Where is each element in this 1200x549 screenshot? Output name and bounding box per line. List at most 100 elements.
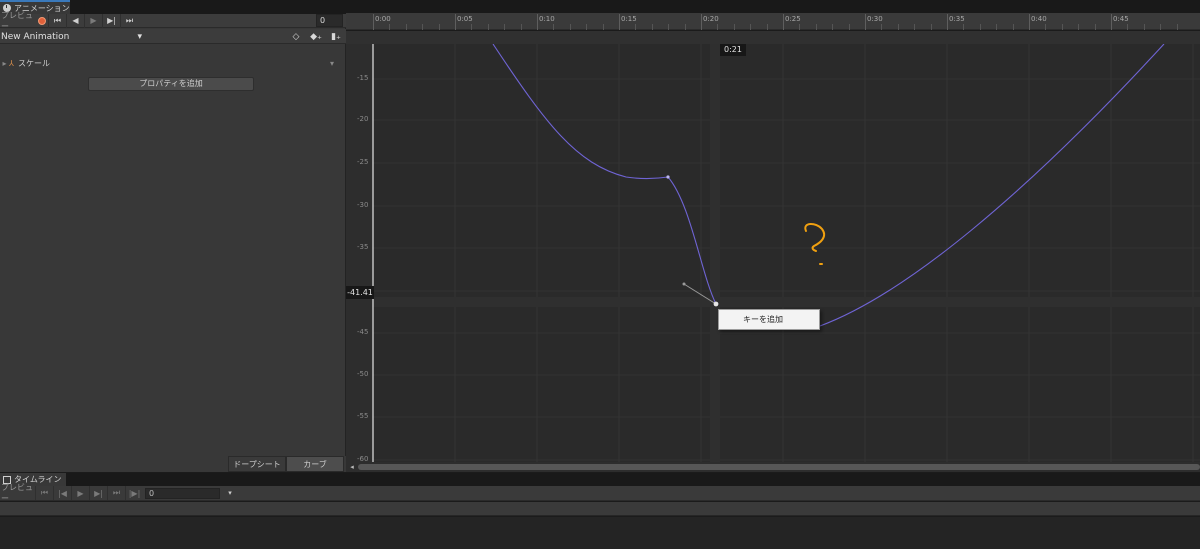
ruler-minor-tick — [602, 24, 604, 30]
ruler-label: 0:05 — [457, 15, 473, 23]
clip-selector[interactable]: New Animation ▾ — [0, 29, 145, 44]
animation-curve[interactable] — [492, 44, 1165, 327]
scroll-left-icon[interactable]: ◂ — [347, 462, 357, 472]
value-axis-label: -30 — [357, 201, 369, 209]
grid — [372, 44, 1200, 462]
play-button[interactable]: ▶ — [84, 13, 102, 28]
ruler-label: 0:25 — [785, 15, 801, 23]
current-value-tag: -41.41 — [346, 286, 374, 299]
ruler-minor-tick — [1160, 24, 1162, 30]
tangent-handle-point[interactable] — [682, 282, 686, 286]
add-property-button[interactable]: プロパティを追加 — [88, 77, 254, 91]
ruler-minor-tick — [422, 24, 424, 30]
timeline-dropdown-icon[interactable]: ▾ — [223, 488, 237, 499]
context-menu-add-key[interactable]: キーを追加 — [718, 309, 820, 330]
ruler-tick — [1111, 14, 1112, 30]
tab-curves[interactable]: カーブ — [286, 456, 344, 472]
ruler-minor-tick — [684, 24, 686, 30]
value-axis — [346, 44, 372, 462]
ruler-minor-tick — [651, 24, 653, 30]
ruler-minor-tick — [848, 24, 850, 30]
ruler-minor-tick — [1045, 24, 1047, 30]
record-icon — [37, 16, 46, 25]
keyframe-mode-button[interactable]: ◇ — [286, 29, 306, 44]
selected-keyframe[interactable] — [713, 301, 719, 307]
tl-next-button[interactable]: ▶| — [89, 486, 107, 500]
ruler-minor-tick — [405, 24, 407, 30]
tl-first-button[interactable]: ⏮ — [35, 486, 53, 500]
time-ruler[interactable] — [346, 13, 1200, 30]
ruler-minor-tick — [520, 24, 522, 30]
last-key-button[interactable]: ⏭ — [120, 13, 138, 28]
ruler-minor-tick — [799, 24, 801, 30]
value-highlight — [346, 297, 1200, 307]
ruler-label: 0:00 — [375, 15, 391, 23]
ruler-tick — [619, 14, 620, 30]
timeline-tabbar — [0, 473, 1200, 486]
ruler-tick — [783, 14, 784, 30]
ruler-minor-tick — [1143, 24, 1145, 30]
ruler-minor-tick — [963, 24, 965, 30]
first-key-button[interactable]: ⏮ — [48, 13, 66, 28]
tl-last-button[interactable]: ⏭ — [107, 486, 125, 500]
value-axis-label: -35 — [357, 243, 369, 251]
ruler-minor-tick — [881, 24, 883, 30]
keyframe-point[interactable] — [666, 175, 670, 179]
ruler-tick — [865, 14, 866, 30]
property-menu-icon[interactable]: ▾ — [330, 59, 334, 68]
expand-arrow-icon[interactable]: ▸ — [0, 59, 9, 68]
timeline-toolbar: プレビュー ⏮ |◀ ▶ ▶| ⏭ |▶| 0 ▾ — [0, 483, 1200, 503]
tl-prev-button[interactable]: |◀ — [53, 486, 71, 500]
value-axis-label: -55 — [357, 412, 369, 420]
ruler-minor-tick — [815, 24, 817, 30]
ruler-minor-tick — [832, 24, 834, 30]
ruler-label: 0:35 — [949, 15, 965, 23]
ruler-label: 0:45 — [1113, 15, 1129, 23]
ruler-tick — [947, 14, 948, 30]
add-event-button[interactable]: ▮₊ — [326, 29, 346, 44]
scrollbar-thumb[interactable] — [358, 464, 1200, 470]
property-name: スケール — [18, 59, 50, 68]
ruler-minor-tick — [1061, 24, 1063, 30]
playback-toolbar: プレビュー ⏮ ◀ ▶ ▶| ⏭ — [0, 11, 346, 31]
ruler-minor-tick — [553, 24, 555, 30]
ruler-minor-tick — [1012, 24, 1014, 30]
ruler-label: 0:10 — [539, 15, 555, 23]
add-keyframe-button[interactable]: ◆₊ — [306, 29, 326, 44]
ruler-minor-tick — [1078, 24, 1080, 30]
ruler-minor-tick — [471, 24, 473, 30]
ruler-label: 0:40 — [1031, 15, 1047, 23]
tab-dopesheet[interactable]: ドープシート — [228, 456, 286, 472]
tl-range-button[interactable]: |▶| — [125, 486, 143, 500]
ruler-minor-tick — [750, 24, 752, 30]
time-highlight — [710, 44, 720, 462]
ruler-minor-tick — [996, 24, 998, 30]
ruler-label: 0:30 — [867, 15, 883, 23]
property-row-scale[interactable]: ▸ ⅄ スケール ▾ — [0, 57, 346, 70]
ruler-minor-tick — [897, 24, 899, 30]
ruler-label: 0:15 — [621, 15, 637, 23]
ruler-minor-tick — [979, 24, 981, 30]
record-button[interactable] — [35, 14, 48, 27]
curve-graph[interactable] — [346, 44, 1200, 462]
value-axis-label: -20 — [357, 115, 369, 123]
ruler-minor-tick — [635, 24, 637, 30]
curve-svg — [346, 44, 1200, 462]
ruler-minor-tick — [1176, 24, 1178, 30]
ruler-minor-tick — [1127, 24, 1129, 30]
ruler-minor-tick — [487, 24, 489, 30]
event-strip[interactable] — [346, 31, 1200, 44]
ruler-minor-tick — [766, 24, 768, 30]
timeline-frame-field[interactable]: 0 — [145, 487, 220, 499]
next-key-button[interactable]: ▶| — [102, 13, 120, 28]
ruler-minor-tick — [668, 24, 670, 30]
timeline-preview-label[interactable]: プレビュー — [0, 482, 35, 504]
ruler-minor-tick — [586, 24, 588, 30]
current-time-tag: 0:21 — [720, 44, 746, 56]
ruler-minor-tick — [1094, 24, 1096, 30]
tl-play-button[interactable]: ▶ — [71, 486, 89, 500]
scale-icon: ⅄ — [9, 59, 14, 68]
question-annotation — [804, 223, 826, 252]
prev-key-button[interactable]: ◀ — [66, 13, 84, 28]
frame-field[interactable]: 0 — [316, 14, 343, 27]
